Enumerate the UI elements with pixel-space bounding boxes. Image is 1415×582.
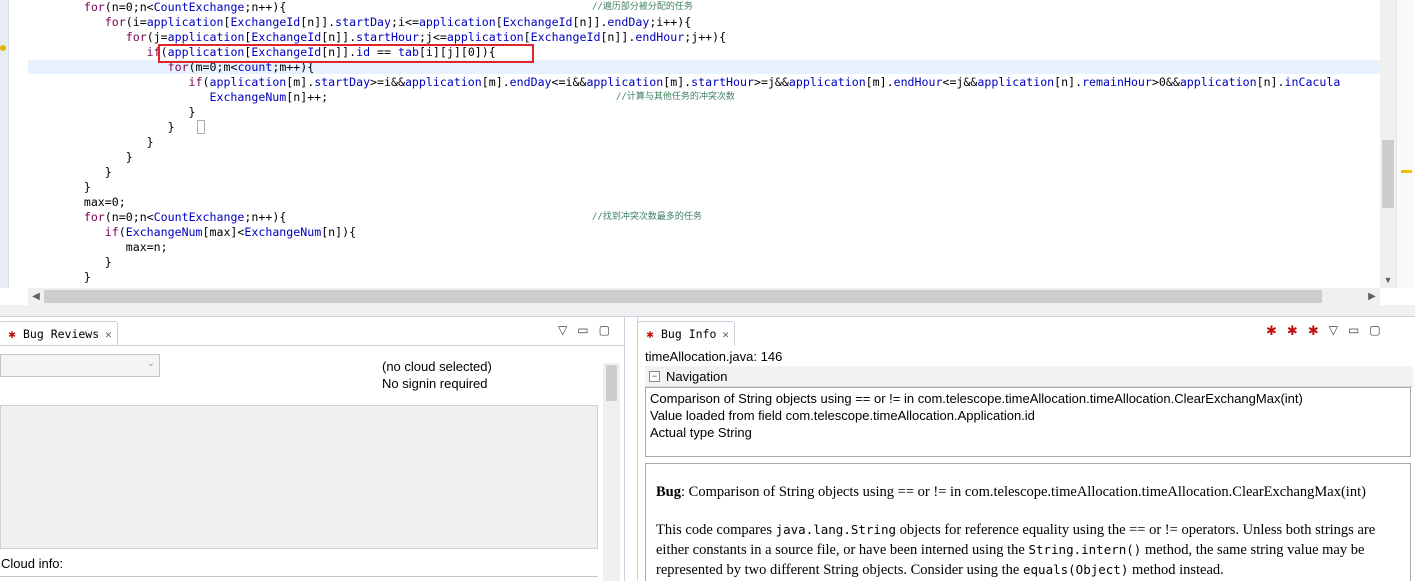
- navigation-item[interactable]: Value loaded from field com.telescope.ti…: [650, 407, 1406, 424]
- tab-bug-info-label: Bug Info: [661, 327, 717, 341]
- tab-bug-info[interactable]: ✱ Bug Info ✕: [637, 321, 736, 346]
- view-menu-icon[interactable]: ▽: [558, 323, 567, 337]
- editor-vertical-scrollbar[interactable]: ▼: [1380, 0, 1396, 288]
- bug-filter-icon[interactable]: ✱: [1266, 323, 1277, 339]
- view-header-divider: [0, 345, 624, 346]
- signin-status: No signin required: [382, 376, 488, 391]
- close-icon[interactable]: ✕: [722, 328, 729, 341]
- bug-label: Bug: [656, 484, 681, 500]
- highlight-annotation-box: [158, 44, 534, 63]
- editor-horizontal-scroll-thumb[interactable]: [44, 290, 1322, 303]
- code-snippet: String.intern(): [1028, 542, 1142, 557]
- cloud-select[interactable]: ⌄: [0, 354, 160, 377]
- code-line[interactable]: }: [28, 150, 133, 165]
- tab-bug-reviews[interactable]: ✱ Bug Reviews ✕: [0, 321, 118, 346]
- code-line[interactable]: for(i=application[ExchangeId[n]].startDa…: [28, 15, 691, 30]
- navigation-header[interactable]: − Navigation: [645, 366, 1413, 387]
- bug-marker-icon[interactable]: [0, 45, 6, 51]
- code-line[interactable]: max=n;: [28, 240, 168, 255]
- cloud-info-label: Cloud info:: [1, 556, 64, 571]
- bug-description-body: This code compares java.lang.String obje…: [656, 520, 1400, 580]
- bug-info-view: ✱ Bug Info ✕ ✱ ✱ ✱ ▽ ▭ ▢ timeAllocation.…: [637, 317, 1415, 581]
- scroll-down-icon[interactable]: ▼: [1380, 272, 1396, 288]
- bug-reviews-view: ✱ Bug Reviews ✕ ▽ ▭ ▢ ⌄ (no cloud select…: [0, 317, 625, 581]
- editor-horizontal-scrollbar[interactable]: ◀ ▶: [28, 288, 1380, 305]
- navigation-label: Navigation: [666, 368, 728, 384]
- navigation-item[interactable]: Comparison of String objects using == or…: [650, 390, 1406, 407]
- overview-marker[interactable]: [1401, 170, 1412, 173]
- code-snippet: equals(Object): [1023, 562, 1129, 577]
- collapse-icon[interactable]: −: [649, 370, 660, 382]
- navigation-list[interactable]: Comparison of String objects using == or…: [645, 387, 1411, 457]
- code-line[interactable]: }: [28, 270, 91, 285]
- code-comment: //找到冲突次数最多的任务: [592, 212, 702, 222]
- bug-icon: ✱: [646, 327, 654, 341]
- code-line[interactable]: }: [28, 120, 175, 135]
- matching-bracket-box: [197, 120, 205, 134]
- minimize-icon[interactable]: ▭: [1348, 323, 1359, 339]
- scroll-left-icon[interactable]: ◀: [28, 288, 44, 305]
- reviews-vertical-scrollbar[interactable]: [603, 363, 620, 581]
- code-line[interactable]: if(ExchangeNum[max]<ExchangeNum[n]){: [28, 225, 356, 240]
- code-line[interactable]: if(application[m].startDay>=i&&applicati…: [28, 75, 1341, 90]
- bug-location: timeAllocation.java: 146: [645, 349, 783, 364]
- bug-category-icon[interactable]: ✱: [1308, 323, 1319, 339]
- code-line[interactable]: }: [28, 105, 196, 120]
- code-line[interactable]: }: [28, 180, 91, 195]
- editor-vertical-scroll-thumb[interactable]: [1382, 140, 1394, 208]
- tab-bug-reviews-label: Bug Reviews: [23, 327, 100, 341]
- code-comment: //遍历部分被分配的任务: [592, 2, 693, 12]
- bug-icon: ✱: [8, 327, 16, 341]
- editor-gutter: [0, 0, 9, 288]
- cloud-info-box: [0, 576, 598, 582]
- overview-ruler[interactable]: [1396, 0, 1415, 288]
- close-icon[interactable]: ✕: [105, 328, 112, 341]
- minimize-icon[interactable]: ▭: [577, 323, 588, 337]
- reviews-scroll-thumb[interactable]: [606, 365, 617, 401]
- view-sash[interactable]: [0, 305, 1415, 317]
- navigation-item[interactable]: Actual type String: [650, 424, 1406, 441]
- code-editor[interactable]: for(n=0;n<CountExchange;n++){ //遍历部分被分配的任…: [0, 0, 1415, 305]
- code-line[interactable]: max=0;: [28, 195, 126, 210]
- code-snippet: java.lang.String: [775, 522, 897, 537]
- bug-description-title: Bug: Comparison of String objects using …: [656, 482, 1400, 502]
- scroll-right-icon[interactable]: ▶: [1364, 288, 1380, 305]
- view-menu-icon[interactable]: ▽: [1329, 323, 1338, 339]
- code-line[interactable]: }: [28, 135, 154, 150]
- code-comment: //计算与其他任务的冲突次数: [616, 92, 735, 102]
- code-line[interactable]: ExchangeNum[n]++;: [28, 90, 328, 105]
- code-line[interactable]: }: [28, 255, 112, 270]
- chevron-down-icon: ⌄: [146, 358, 155, 369]
- desc-text: This code compares: [656, 522, 776, 538]
- bug-rank-icon[interactable]: ✱: [1287, 323, 1298, 339]
- maximize-icon[interactable]: ▢: [599, 323, 610, 337]
- maximize-icon[interactable]: ▢: [1369, 323, 1380, 339]
- cloud-status: (no cloud selected): [382, 359, 492, 374]
- code-line[interactable]: for(j=application[ExchangeId[n]].startHo…: [28, 30, 726, 45]
- code-line[interactable]: }: [28, 165, 112, 180]
- bug-title-text: : Comparison of String objects using == …: [681, 484, 1366, 500]
- bug-description: Bug: Comparison of String objects using …: [645, 463, 1411, 581]
- desc-text: method instead.: [1128, 562, 1224, 578]
- code-line[interactable]: for(n=0;n<CountExchange;n++){: [28, 210, 286, 225]
- code-line[interactable]: for(n=0;n<CountExchange;n++){: [28, 0, 286, 15]
- reviews-area[interactable]: [0, 405, 598, 549]
